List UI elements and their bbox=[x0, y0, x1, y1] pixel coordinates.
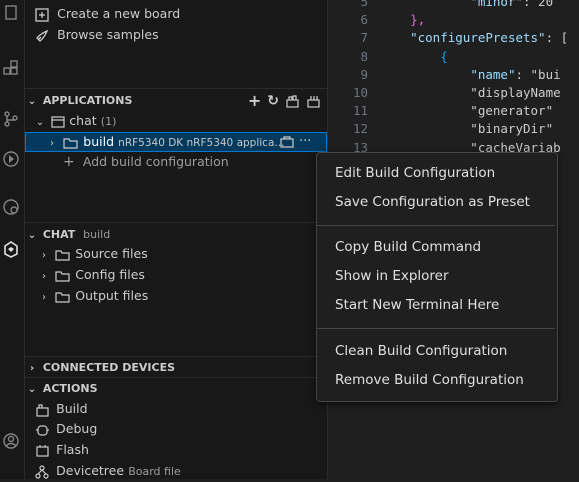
menu-copy-build-command[interactable]: Copy Build Command bbox=[335, 235, 481, 259]
flash-icon bbox=[36, 444, 49, 457]
app-item-chat[interactable]: ⌄ chat (1) bbox=[33, 111, 117, 131]
build-folder-icon bbox=[63, 137, 78, 149]
refresh-icon[interactable]: ↻ bbox=[267, 90, 279, 112]
tree-item-label: Output files bbox=[75, 288, 149, 303]
app-count: (1) bbox=[100, 115, 117, 128]
extensions-icon[interactable] bbox=[2, 60, 20, 78]
chevron-down-icon: ⌄ bbox=[35, 117, 45, 128]
tree-item-source-files[interactable]: › Source files bbox=[37, 244, 148, 264]
debug-icon bbox=[36, 424, 49, 436]
code-line: "binaryDir" bbox=[380, 121, 554, 137]
menu-separator bbox=[317, 225, 555, 226]
rocket-icon bbox=[36, 29, 49, 42]
pristine-build-icon[interactable] bbox=[306, 94, 321, 109]
actions-section-header[interactable]: ⌄ ACTIONS bbox=[25, 378, 327, 400]
source-control-icon[interactable] bbox=[2, 110, 20, 128]
create-board-item[interactable]: Create a new board bbox=[35, 4, 180, 24]
build-all-icon[interactable] bbox=[285, 94, 300, 109]
chevron-right-icon: › bbox=[42, 292, 46, 303]
build-action-icon[interactable] bbox=[279, 135, 295, 149]
build-icon bbox=[36, 403, 49, 417]
code-line: "name": "bui bbox=[470, 66, 561, 82]
code-line: "generator" bbox=[380, 103, 554, 119]
tree-item-output-files[interactable]: › Output files bbox=[37, 286, 148, 306]
line-number: 5 bbox=[360, 0, 368, 9]
applications-title: APPLICATIONS bbox=[42, 94, 133, 107]
code-line: "configurePresets": [ bbox=[410, 30, 569, 46]
activity-bar bbox=[0, 0, 25, 479]
build-board: nRF5340 DK nRF5340 applica... bbox=[118, 137, 285, 149]
action-label: Build bbox=[56, 401, 88, 416]
menu-clean-build-config[interactable]: Clean Build Configuration bbox=[335, 339, 507, 363]
remote-icon[interactable] bbox=[2, 198, 20, 216]
folder-icon bbox=[55, 249, 70, 261]
connected-devices-title: CONNECTED DEVICES bbox=[42, 361, 176, 374]
browse-samples-label: Browse samples bbox=[57, 27, 159, 42]
plus-icon: + bbox=[63, 154, 75, 170]
actions-title: ACTIONS bbox=[42, 382, 98, 395]
nrf-connect-icon[interactable] bbox=[2, 240, 20, 258]
more-actions-button[interactable]: ··· bbox=[299, 132, 311, 152]
chevron-right-icon: › bbox=[42, 250, 46, 261]
code-line: "minor": 20 bbox=[470, 0, 554, 9]
connected-devices-section-header[interactable]: › CONNECTED DEVICES bbox=[25, 357, 327, 379]
chat-section-header[interactable]: ⌄ CHAT build bbox=[25, 224, 327, 246]
chat-title: CHAT bbox=[42, 228, 76, 241]
code-line: { bbox=[380, 48, 448, 64]
menu-show-in-explorer[interactable]: Show in Explorer bbox=[335, 264, 449, 288]
account-icon[interactable] bbox=[2, 432, 20, 450]
build-name: build bbox=[83, 134, 115, 149]
side-bar: Create a new board Browse samples ⌄ APPL… bbox=[25, 0, 328, 479]
menu-save-config-preset[interactable]: Save Configuration as Preset bbox=[335, 190, 530, 214]
add-build-config-item[interactable]: + Add build configuration bbox=[63, 152, 229, 172]
line-number: 9 bbox=[360, 66, 368, 82]
add-icon[interactable]: + bbox=[248, 90, 261, 112]
action-build[interactable]: Build bbox=[35, 399, 88, 419]
action-label: Flash bbox=[56, 442, 89, 457]
code-line: }, bbox=[380, 12, 426, 28]
action-flash[interactable]: Flash bbox=[35, 440, 89, 460]
folder-icon bbox=[55, 291, 70, 303]
menu-separator bbox=[317, 328, 555, 329]
divider bbox=[25, 222, 327, 223]
line-number: 8 bbox=[360, 48, 368, 64]
menu-remove-build-config[interactable]: Remove Build Configuration bbox=[335, 368, 524, 392]
chevron-right-icon: › bbox=[50, 138, 54, 149]
tree-item-label: Config files bbox=[75, 267, 145, 282]
application-icon bbox=[51, 115, 65, 128]
chevron-down-icon: ⌄ bbox=[27, 384, 37, 395]
chevron-right-icon: › bbox=[42, 271, 46, 282]
action-devicetree[interactable]: Devicetree Board file bbox=[35, 461, 181, 481]
action-label: Devicetree bbox=[56, 463, 125, 478]
applications-toolbar: + ↻ bbox=[248, 90, 321, 112]
line-number: 7 bbox=[360, 30, 368, 46]
line-number: 11 bbox=[352, 103, 368, 119]
app-name: chat bbox=[69, 113, 97, 128]
applications-section-header[interactable]: ⌄ APPLICATIONS + ↻ bbox=[25, 90, 327, 112]
divider bbox=[25, 88, 327, 89]
action-label: Debug bbox=[56, 421, 98, 436]
browse-samples-item[interactable]: Browse samples bbox=[35, 25, 159, 45]
action-debug[interactable]: Debug bbox=[35, 419, 97, 439]
line-number: 12 bbox=[352, 121, 368, 137]
line-number: 6 bbox=[360, 12, 368, 28]
chat-subtitle: build bbox=[83, 228, 111, 241]
tree-item-label: Source files bbox=[75, 246, 148, 261]
context-menu: Edit Build Configuration Save Configurat… bbox=[316, 152, 558, 402]
run-debug-icon[interactable] bbox=[2, 150, 20, 168]
folder-icon bbox=[55, 270, 70, 282]
menu-edit-build-config[interactable]: Edit Build Configuration bbox=[335, 161, 495, 185]
chevron-down-icon: ⌄ bbox=[27, 96, 37, 107]
tree-item-config-files[interactable]: › Config files bbox=[37, 265, 145, 285]
add-build-label: Add build configuration bbox=[82, 154, 229, 169]
create-board-label: Create a new board bbox=[57, 6, 181, 21]
line-number: 10 bbox=[352, 85, 368, 100]
files-icon[interactable] bbox=[2, 4, 20, 22]
menu-start-terminal[interactable]: Start New Terminal Here bbox=[335, 293, 499, 317]
devicetree-icon bbox=[35, 464, 49, 479]
board-add-icon bbox=[35, 7, 49, 22]
build-config-row[interactable]: › build nRF5340 DK nRF5340 applica... ··… bbox=[25, 132, 327, 152]
devicetree-hint: Board file bbox=[128, 465, 181, 478]
code-line: "displayName bbox=[380, 85, 561, 100]
